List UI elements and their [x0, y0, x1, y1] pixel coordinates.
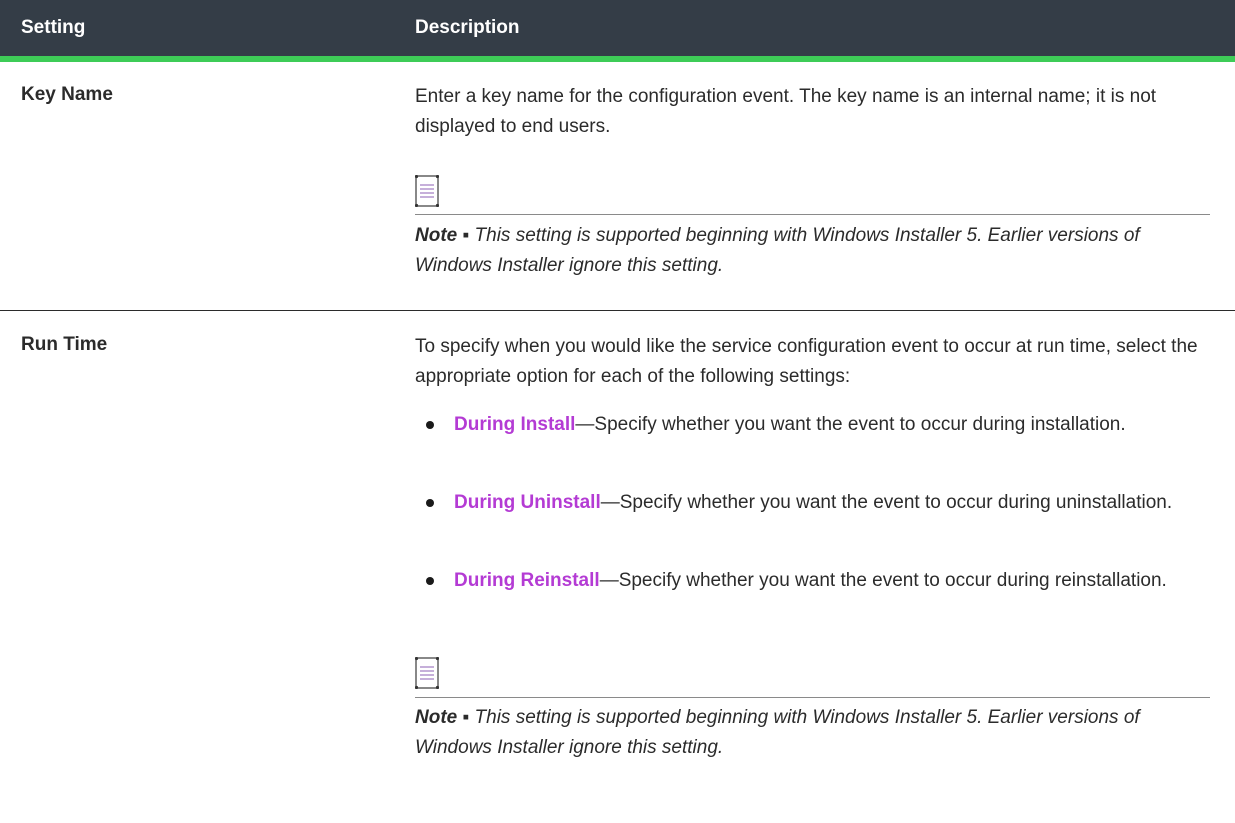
note-icon: [415, 657, 439, 689]
setting-name: Key Name: [21, 84, 113, 105]
link-during-reinstall[interactable]: During Reinstall: [454, 570, 600, 591]
bullet-icon: [426, 421, 434, 429]
list-item-description: —Specify whether you want the event to o…: [575, 414, 1126, 435]
note-icon: [415, 175, 439, 207]
setting-name: Run Time: [21, 334, 108, 355]
table-row-run-time: Run Time To specify when you would like …: [0, 312, 1235, 823]
note-label: Note ▪: [415, 225, 470, 246]
list-item-description: —Specify whether you want the event to o…: [599, 570, 1167, 591]
list-item-description: —Specify whether you want the event to o…: [600, 492, 1173, 513]
bullet-icon: [426, 499, 434, 507]
list-item-text: During Reinstall—Specify whether you wan…: [454, 566, 1214, 596]
note-text: This setting is supported beginning with…: [415, 707, 1140, 758]
note-divider: [415, 697, 1210, 698]
setting-description: To specify when you would like the servi…: [415, 336, 1198, 387]
note: Note ▪ This setting is supported beginni…: [415, 221, 1215, 281]
list-item-text: During Uninstall—Specify whether you wan…: [454, 488, 1214, 518]
note-text: This setting is supported beginning with…: [415, 225, 1140, 276]
setting-description: Enter a key name for the configuration e…: [415, 86, 1157, 137]
link-during-uninstall[interactable]: During Uninstall: [454, 492, 601, 513]
settings-table: Setting Description Key Name Enter a key…: [0, 0, 1235, 758]
note: Note ▪ This setting is supported beginni…: [415, 703, 1215, 763]
bullet-icon: [426, 577, 434, 585]
table-header: Setting Description: [0, 0, 1235, 62]
list-item-text: During Install—Specify whether you want …: [454, 410, 1214, 440]
table-row-key-name: Key Name Enter a key name for the config…: [0, 62, 1235, 311]
column-header-setting: Setting: [21, 17, 86, 38]
note-divider: [415, 214, 1210, 215]
column-header-description: Description: [415, 17, 520, 38]
link-during-install[interactable]: During Install: [454, 414, 575, 435]
note-label: Note ▪: [415, 707, 470, 728]
